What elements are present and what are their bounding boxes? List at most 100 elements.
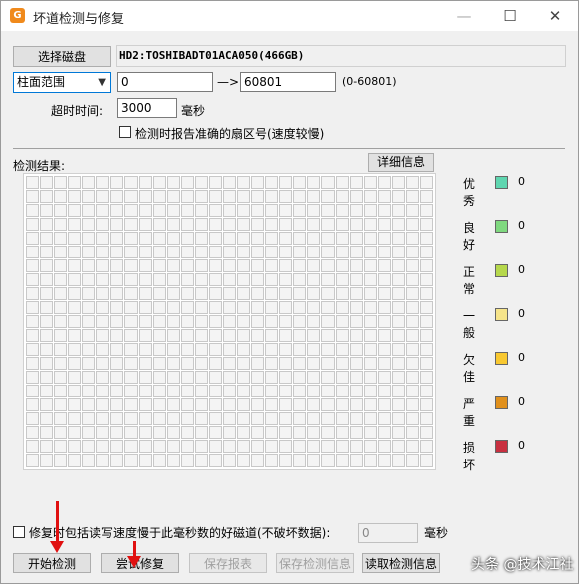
- title-bar: G 坏道检测与修复 — ☐ ✕: [1, 1, 578, 31]
- track-cell: [237, 301, 251, 315]
- track-cell: [152, 398, 166, 412]
- track-cell: [363, 370, 377, 384]
- save-report-button[interactable]: 保存报表: [189, 553, 267, 573]
- range-end-input[interactable]: 60801: [240, 72, 336, 92]
- track-cell: [68, 176, 82, 189]
- select-disk-button[interactable]: 选择磁盘: [13, 46, 111, 67]
- track-cell: [68, 315, 82, 328]
- track-cell: [251, 342, 265, 356]
- track-cell: [419, 273, 433, 287]
- save-scan-info-button[interactable]: 保存检测信息: [276, 553, 354, 573]
- track-cell: [377, 203, 391, 217]
- start-scan-button[interactable]: 开始检测: [13, 553, 91, 573]
- track-cell: [335, 231, 349, 245]
- track-cell: [110, 301, 124, 315]
- track-cell: [40, 426, 54, 440]
- track-cell: [405, 412, 419, 426]
- track-cell: [68, 189, 82, 203]
- track-cell: [279, 398, 293, 412]
- track-cell: [265, 189, 279, 203]
- track-cell: [279, 273, 293, 287]
- track-cell: [110, 440, 124, 454]
- track-cell: [419, 217, 433, 231]
- range-mode-select[interactable]: 柱面范围 ▼: [13, 72, 111, 93]
- track-cell: [293, 426, 307, 440]
- track-cell: [54, 454, 68, 467]
- track-cell: [349, 342, 363, 356]
- track-cell: [335, 356, 349, 370]
- track-cell: [138, 301, 152, 315]
- track-cell: [391, 273, 405, 287]
- track-cell: [363, 176, 377, 189]
- track-cell: [265, 454, 279, 467]
- track-cell: [335, 259, 349, 273]
- track-cell: [419, 342, 433, 356]
- track-cell: [110, 203, 124, 217]
- track-cell: [265, 342, 279, 356]
- timeout-input[interactable]: 3000: [117, 98, 177, 118]
- track-cell: [40, 245, 54, 259]
- track-cell: [307, 454, 321, 467]
- track-cell: [26, 384, 40, 398]
- track-cell: [279, 176, 293, 189]
- track-cell: [180, 342, 194, 356]
- repair-slow-checkbox[interactable]: [13, 526, 25, 538]
- track-cell: [405, 454, 419, 467]
- range-start-input[interactable]: 0: [117, 72, 213, 92]
- track-cell: [363, 301, 377, 315]
- track-cell: [194, 287, 208, 301]
- track-cell: [265, 231, 279, 245]
- track-cell: [391, 189, 405, 203]
- track-cell: [180, 259, 194, 273]
- track-cell: [377, 328, 391, 342]
- track-cell: [194, 189, 208, 203]
- track-cell: [194, 245, 208, 259]
- load-scan-info-button[interactable]: 读取检测信息: [362, 553, 440, 573]
- track-cell: [307, 370, 321, 384]
- track-cell: [293, 370, 307, 384]
- track-cell: [110, 384, 124, 398]
- track-cell: [208, 287, 222, 301]
- track-cell: [152, 454, 166, 467]
- repair-slow-ms-input[interactable]: 0: [358, 523, 418, 543]
- track-cell: [138, 217, 152, 231]
- track-cell: [26, 203, 40, 217]
- track-cell: [124, 370, 138, 384]
- maximize-icon[interactable]: ☐: [487, 1, 533, 31]
- track-cell: [237, 412, 251, 426]
- track-cell: [222, 398, 237, 412]
- track-cell: [307, 328, 321, 342]
- track-cell: [26, 189, 40, 203]
- track-cell: [138, 426, 152, 440]
- track-cell: [138, 384, 152, 398]
- track-cell: [377, 398, 391, 412]
- track-cell: [237, 259, 251, 273]
- track-cell: [222, 370, 237, 384]
- track-cell: [110, 398, 124, 412]
- details-button[interactable]: 详细信息: [368, 153, 434, 172]
- track-cell: [152, 370, 166, 384]
- track-cell: [335, 426, 349, 440]
- track-cell: [237, 454, 251, 467]
- track-cell: [349, 412, 363, 426]
- minimize-icon[interactable]: —: [441, 1, 487, 31]
- divider: [13, 148, 565, 149]
- legend-count: 0: [518, 263, 525, 276]
- track-cell: [26, 245, 40, 259]
- track-cell: [349, 440, 363, 454]
- track-cell: [68, 342, 82, 356]
- chevron-down-icon[interactable]: ▼: [98, 73, 106, 92]
- track-cell: [54, 301, 68, 315]
- close-icon[interactable]: ✕: [532, 1, 578, 31]
- legend-label: 正常: [463, 265, 476, 296]
- track-cell: [194, 203, 208, 217]
- report-sector-checkbox[interactable]: [119, 126, 131, 138]
- track-cell: [265, 412, 279, 426]
- track-cell: [138, 231, 152, 245]
- track-cell: [26, 370, 40, 384]
- legend-swatch: [495, 220, 508, 233]
- track-cell: [124, 273, 138, 287]
- track-cell: [68, 203, 82, 217]
- track-cell: [124, 398, 138, 412]
- track-cell: [251, 398, 265, 412]
